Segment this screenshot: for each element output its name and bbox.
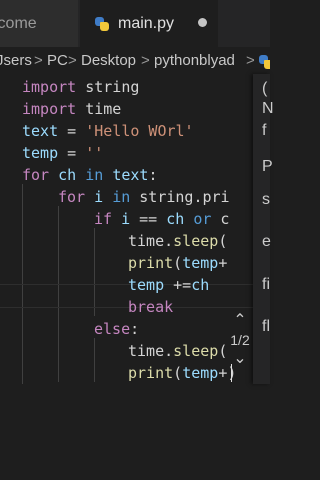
breadcrumb-item-desktop[interactable]: Desktop [81, 52, 136, 69]
code-line-8[interactable]: time.sleep( [128, 230, 227, 252]
breadcrumb-separator: > [68, 52, 77, 69]
code-line-7[interactable]: if i == ch or c [94, 208, 229, 230]
breadcrumb-separator: > [246, 52, 255, 69]
text-cursor [231, 364, 232, 382]
breadcrumb-separator: > [141, 52, 150, 69]
signature-help-popup [253, 74, 270, 384]
code-line-13[interactable]: time.sleep( [128, 340, 227, 362]
breadcrumb-item-pc[interactable]: PC [47, 52, 68, 69]
code-line-10[interactable]: temp +=ch [128, 274, 209, 296]
popup-text: e [262, 233, 271, 250]
popup-text: N [262, 100, 274, 117]
tab-welcome[interactable]: lcome [0, 0, 78, 47]
breadcrumb-separator: > [34, 52, 43, 69]
chevron-up-icon[interactable]: ⌃ [226, 310, 254, 330]
popup-text: s [262, 191, 270, 208]
code-line-1[interactable]: import string [22, 76, 139, 98]
popup-text: ( [262, 80, 268, 97]
popup-text: f [262, 122, 267, 139]
code-line-6[interactable]: for i in string.pri [58, 186, 230, 208]
python-icon [94, 16, 110, 32]
tab-welcome-label: lcome [0, 14, 37, 32]
code-line-14[interactable]: print(temp+) [128, 362, 236, 384]
breadcrumb: Jsers > PC > Desktop > pythonblyad > [0, 50, 270, 72]
breadcrumb-item-users[interactable]: Jsers [0, 52, 32, 69]
popup-text: P [262, 158, 273, 175]
code-line-9[interactable]: print(temp+ [128, 252, 227, 274]
code-line-11[interactable]: break [128, 296, 173, 318]
unsaved-dot-icon[interactable] [198, 18, 207, 27]
signature-counter: 1/2 [230, 332, 250, 348]
code-line-2[interactable]: import time [22, 98, 121, 120]
popup-text: fl [262, 318, 270, 335]
breadcrumb-item-pythonblyad[interactable]: pythonblyad [154, 52, 235, 69]
tab-main-py-label: main.py [118, 14, 175, 32]
popup-text: fi [262, 276, 270, 293]
python-icon [258, 54, 270, 70]
tab-main-py[interactable]: main.py [80, 0, 218, 47]
tab-bar: lcome main.py [0, 0, 270, 47]
code-line-12[interactable]: else: [94, 318, 139, 340]
code-line-5[interactable]: for ch in text: [22, 164, 157, 186]
code-line-4[interactable]: temp = '' [22, 142, 103, 164]
code-line-3[interactable]: text = 'Hello WOrl' [22, 120, 194, 142]
